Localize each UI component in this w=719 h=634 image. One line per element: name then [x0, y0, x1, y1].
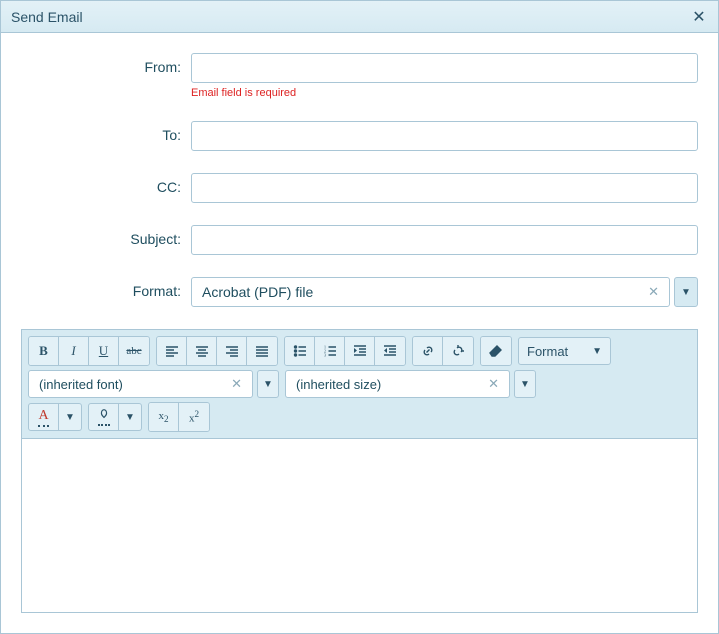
editor-content[interactable]	[22, 439, 697, 612]
font-family-dropdown-button[interactable]: ▼	[257, 370, 279, 398]
font-size-clear-icon[interactable]: ✕	[484, 376, 503, 392]
font-size-body[interactable]: (inherited size) ✕	[285, 370, 510, 398]
number-list-button[interactable]: 123	[315, 337, 345, 365]
link-icon	[421, 344, 435, 358]
format-dropdown-button[interactable]: ▼	[674, 277, 698, 307]
number-list-icon: 123	[323, 344, 337, 358]
from-input[interactable]	[191, 53, 698, 83]
toolbar-row-3: A ▼ ▼ x2 x2	[28, 402, 691, 432]
eraser-icon	[489, 344, 503, 358]
font-size-combo: (inherited size) ✕ ▼	[285, 370, 536, 398]
italic-button[interactable]: I	[59, 337, 89, 365]
indent-button[interactable]	[345, 337, 375, 365]
align-left-button[interactable]	[157, 337, 187, 365]
superscript-button[interactable]: x2	[179, 403, 209, 431]
subscript-button[interactable]: x2	[149, 403, 179, 431]
row-subject: Subject:	[21, 225, 698, 255]
script-group: x2 x2	[148, 402, 210, 432]
text-color-button[interactable]: A ▼	[28, 403, 82, 431]
bullet-list-button[interactable]	[285, 337, 315, 365]
label-subject: Subject:	[21, 225, 191, 247]
clear-format-button[interactable]	[481, 337, 511, 365]
align-right-button[interactable]	[217, 337, 247, 365]
format-dropdown-label: Format	[527, 344, 568, 359]
form-area: From: Email field is required To: CC: Su…	[1, 33, 718, 329]
highlight-icon	[89, 404, 119, 430]
list-indent-group: 123	[284, 336, 406, 366]
outdent-button[interactable]	[375, 337, 405, 365]
label-to: To:	[21, 121, 191, 143]
dialog-title: Send Email	[11, 9, 83, 25]
format-combo-body[interactable]: Acrobat (PDF) file ✕	[191, 277, 670, 307]
align-center-button[interactable]	[187, 337, 217, 365]
svg-text:3: 3	[324, 353, 326, 358]
align-center-icon	[195, 344, 209, 358]
format-dropdown[interactable]: Format ▼	[518, 337, 611, 365]
outdent-icon	[383, 344, 397, 358]
row-to: To:	[21, 121, 698, 151]
indent-icon	[353, 344, 367, 358]
highlight-chevron: ▼	[119, 412, 141, 423]
cc-input[interactable]	[191, 173, 698, 203]
link-button[interactable]	[413, 337, 443, 365]
bullet-list-icon	[293, 344, 307, 358]
chevron-down-icon: ▼	[592, 346, 602, 357]
align-justify-icon	[255, 344, 269, 358]
font-size-value: (inherited size)	[296, 377, 484, 392]
link-group	[412, 336, 474, 366]
toolbar-row-1: B I U abc	[28, 336, 691, 366]
format-combo: Acrobat (PDF) file ✕ ▼	[191, 277, 698, 307]
text-style-group: B I U abc	[28, 336, 150, 366]
format-value: Acrobat (PDF) file	[202, 284, 644, 300]
bold-button[interactable]: B	[29, 337, 59, 365]
row-format: Format: Acrobat (PDF) file ✕ ▼	[21, 277, 698, 307]
highlight-color-button[interactable]: ▼	[88, 403, 142, 431]
unlink-button[interactable]	[443, 337, 473, 365]
toolbar-row-2: (inherited font) ✕ ▼ (inherited size) ✕ …	[28, 370, 691, 398]
align-right-icon	[225, 344, 239, 358]
row-from: From: Email field is required	[21, 53, 698, 99]
subject-input[interactable]	[191, 225, 698, 255]
font-family-body[interactable]: (inherited font) ✕	[28, 370, 253, 398]
from-error: Email field is required	[191, 87, 698, 99]
label-cc: CC:	[21, 173, 191, 195]
titlebar: Send Email ✕	[1, 1, 718, 33]
font-family-clear-icon[interactable]: ✕	[227, 376, 246, 392]
row-cc: CC:	[21, 173, 698, 203]
text-color-chevron: ▼	[59, 412, 81, 423]
format-clear-icon[interactable]: ✕	[644, 284, 663, 300]
label-format: Format:	[21, 277, 191, 299]
strikethrough-button[interactable]: abc	[119, 337, 149, 365]
align-justify-button[interactable]	[247, 337, 277, 365]
to-input[interactable]	[191, 121, 698, 151]
font-family-combo: (inherited font) ✕ ▼	[28, 370, 279, 398]
rich-text-editor: B I U abc	[21, 329, 698, 613]
text-color-icon: A	[29, 404, 59, 430]
align-group	[156, 336, 278, 366]
clear-format-group	[480, 336, 512, 366]
send-email-dialog: Send Email ✕ From: Email field is requir…	[0, 0, 719, 634]
editor-toolbar: B I U abc	[22, 330, 697, 439]
close-icon[interactable]: ✕	[690, 7, 708, 27]
underline-button[interactable]: U	[89, 337, 119, 365]
unlink-icon	[451, 344, 465, 358]
align-left-icon	[165, 344, 179, 358]
font-family-value: (inherited font)	[39, 377, 227, 392]
label-from: From:	[21, 53, 191, 75]
font-size-dropdown-button[interactable]: ▼	[514, 370, 536, 398]
